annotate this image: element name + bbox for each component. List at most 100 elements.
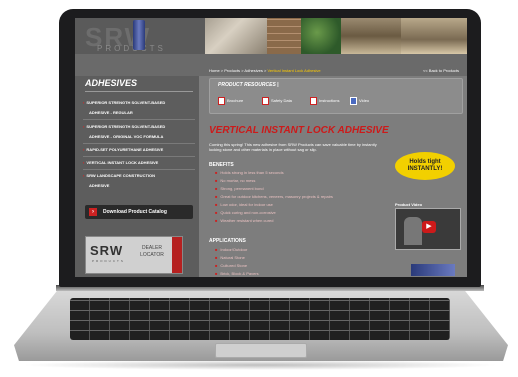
arrow-right-icon: › (89, 207, 97, 216)
breadcrumb: Home > Products > Adhesives > Vertical I… (209, 68, 321, 73)
dealer-locator-banner[interactable]: SRW PRODUCTS DEALER LOCATOR (85, 236, 183, 274)
list-item-text: Strong, permanent bond (220, 186, 264, 191)
pdf-icon (310, 97, 317, 105)
list-item-text: Quick curing and non-corrosive (220, 210, 276, 215)
bullet-icon: ■ (215, 178, 218, 183)
applications-heading: APPLICATIONS (209, 238, 246, 244)
sidebar-item-vertical-instant-lock[interactable]: ▪ VERTICAL INSTANT LOCK ADHESIVE (83, 158, 195, 168)
resource-safety-data-link[interactable]: Safety Data (262, 97, 292, 105)
list-item: ■ Great for outdoor kitchens, veneers, ma… (215, 194, 333, 199)
play-icon[interactable]: ▶ (422, 221, 436, 233)
list-item-text: Weather resistant when cured (220, 218, 274, 223)
list-item-text: Holds strong in less than 5 seconds (220, 170, 284, 175)
sidebar-title: ADHESIVES (85, 78, 138, 88)
bullet-icon: ▪ (83, 124, 85, 129)
sidebar-item-label: SUPERIOR STRENGTH SOLVENT-BASED (86, 124, 166, 129)
sidebar-item-label: RAPID-SET POLYURETHANE ADHESIVE (86, 147, 164, 152)
list-item-text: Great for outdoor kitchens, veneers, mas… (220, 194, 333, 199)
header-photo-stone-wall (267, 18, 301, 54)
dealer-label-line: LOCATOR (140, 252, 164, 258)
breadcrumb-current: Vertical Instant Lock Adhesive (267, 68, 321, 73)
intro-text: Coming this spring! This new adhesive fr… (209, 142, 377, 152)
resource-brochure-link[interactable]: Brochure (218, 97, 243, 105)
pdf-icon (218, 97, 225, 105)
header-photo-grill (341, 18, 401, 54)
bullet-icon: ■ (215, 247, 218, 252)
sidebar-separator (83, 143, 195, 144)
product-video-label: Product Video (395, 202, 423, 207)
dealer-logo-sub: PRODUCTS (92, 259, 125, 263)
download-catalog-button[interactable]: › Download Product Catalog (85, 205, 193, 219)
list-item-text: No mortar, no mess (220, 178, 256, 183)
breadcrumb-products[interactable]: Products (224, 68, 240, 73)
laptop-screen: SRW PRODUCTS ADHESIVES ▪ SUPERIOR STRENGT… (75, 18, 467, 277)
bullet-icon: ▪ (83, 100, 85, 105)
list-item: ■ Natural Stone (215, 255, 245, 260)
breadcrumb-separator: > (264, 68, 267, 73)
header-photo-garden (301, 18, 341, 54)
dealer-logo: SRW (90, 243, 124, 258)
bullet-icon: ▪ (83, 173, 85, 178)
sidebar-separator (83, 169, 195, 170)
product-video-player[interactable]: ▶ (395, 208, 461, 250)
list-item: ■ Quick curing and non-corrosive (215, 210, 276, 215)
sidebar-separator (83, 119, 195, 120)
bullet-icon: ■ (215, 255, 218, 260)
resource-label: Video (359, 98, 370, 104)
sidebar-item-label: ADHESIVE - ORIGINAL VOC FORMULA (89, 134, 164, 139)
laptop-shadow (20, 360, 500, 370)
benefits-heading: BENEFITS (209, 162, 234, 168)
site-logo-sub: PRODUCTS (97, 44, 166, 53)
product-thumbnail[interactable] (411, 264, 455, 276)
video-icon (350, 97, 357, 105)
holds-tight-badge: Holds tight INSTANTLY! (395, 152, 455, 180)
video-thumbnail-person (404, 217, 422, 245)
list-item: ■ Weather resistant when cured (215, 218, 274, 223)
list-item: ■ Cultured Stone (215, 263, 247, 268)
resource-instructions-link[interactable]: Instructions (310, 97, 339, 105)
badge-line: Holds tight (409, 159, 441, 165)
bullet-icon: ■ (215, 194, 218, 199)
sidebar-item-label: ADHESIVE (89, 183, 110, 188)
dealer-locator-label: DEALER LOCATOR (138, 245, 166, 259)
dealer-label-line: DEALER (141, 245, 162, 251)
back-to-products-link[interactable]: << Back to Products (423, 68, 459, 73)
bullet-icon: ■ (215, 218, 218, 223)
list-item-text: Low odor, ideal for indoor use (220, 202, 273, 207)
dealer-tab (172, 237, 182, 273)
resource-video-link[interactable]: Video (350, 97, 369, 105)
list-item: ■ Holds strong in less than 5 seconds (215, 170, 284, 175)
resource-label: Safety Data (271, 98, 292, 104)
sidebar-item-polyurethane[interactable]: ▪ RAPID-SET POLYURETHANE ADHESIVE (83, 145, 195, 155)
header-photo-outdoor-kitchen (401, 18, 467, 54)
sidebar-divider (85, 91, 193, 92)
sidebar-item-regular[interactable]: ▪ SUPERIOR STRENGTH SOLVENT-BASED ADHESIV… (83, 98, 195, 118)
keyboard-rows (70, 298, 450, 340)
product-can-image (133, 20, 145, 50)
list-item-text: Brick, Block & Pavers (220, 271, 259, 276)
sidebar-item-voc[interactable]: ▪ SUPERIOR STRENGTH SOLVENT-BASED ADHESIV… (83, 122, 195, 142)
page-title: VERTICAL INSTANT LOCK ADHESIVE (209, 125, 389, 136)
list-item-text: Natural Stone (220, 255, 245, 260)
resource-label: Instructions (319, 98, 340, 104)
bullet-icon: ▪ (83, 147, 85, 152)
bullet-icon: ■ (215, 263, 218, 268)
breadcrumb-home[interactable]: Home (209, 68, 220, 73)
badge-line: INSTANTLY! (407, 166, 443, 172)
bullet-icon: ■ (215, 210, 218, 215)
list-item: ■ No mortar, no mess (215, 178, 255, 183)
trackpad[interactable] (215, 343, 307, 358)
pdf-icon (262, 97, 269, 105)
sidebar-item-label: SUPERIOR STRENGTH SOLVENT-BASED (86, 100, 166, 105)
catalog-label: Download Product Catalog (103, 209, 167, 215)
sidebar-separator (83, 156, 195, 157)
bullet-icon: ■ (215, 186, 218, 191)
list-item-text: Cultured Stone (220, 263, 248, 268)
resource-label: Brochure (227, 98, 244, 104)
breadcrumb-adhesives[interactable]: Adhesives (244, 68, 262, 73)
resources-title: PRODUCT RESOURCES | (218, 82, 279, 88)
sidebar-item-label: SRW LANDSCAPE CONSTRUCTION (86, 173, 156, 178)
sidebar-item-landscape[interactable]: ▪ SRW LANDSCAPE CONSTRUCTION ADHESIVE (83, 171, 195, 191)
list-item: ■ Low odor, ideal for indoor use (215, 202, 273, 207)
bullet-icon: ▪ (83, 160, 85, 165)
